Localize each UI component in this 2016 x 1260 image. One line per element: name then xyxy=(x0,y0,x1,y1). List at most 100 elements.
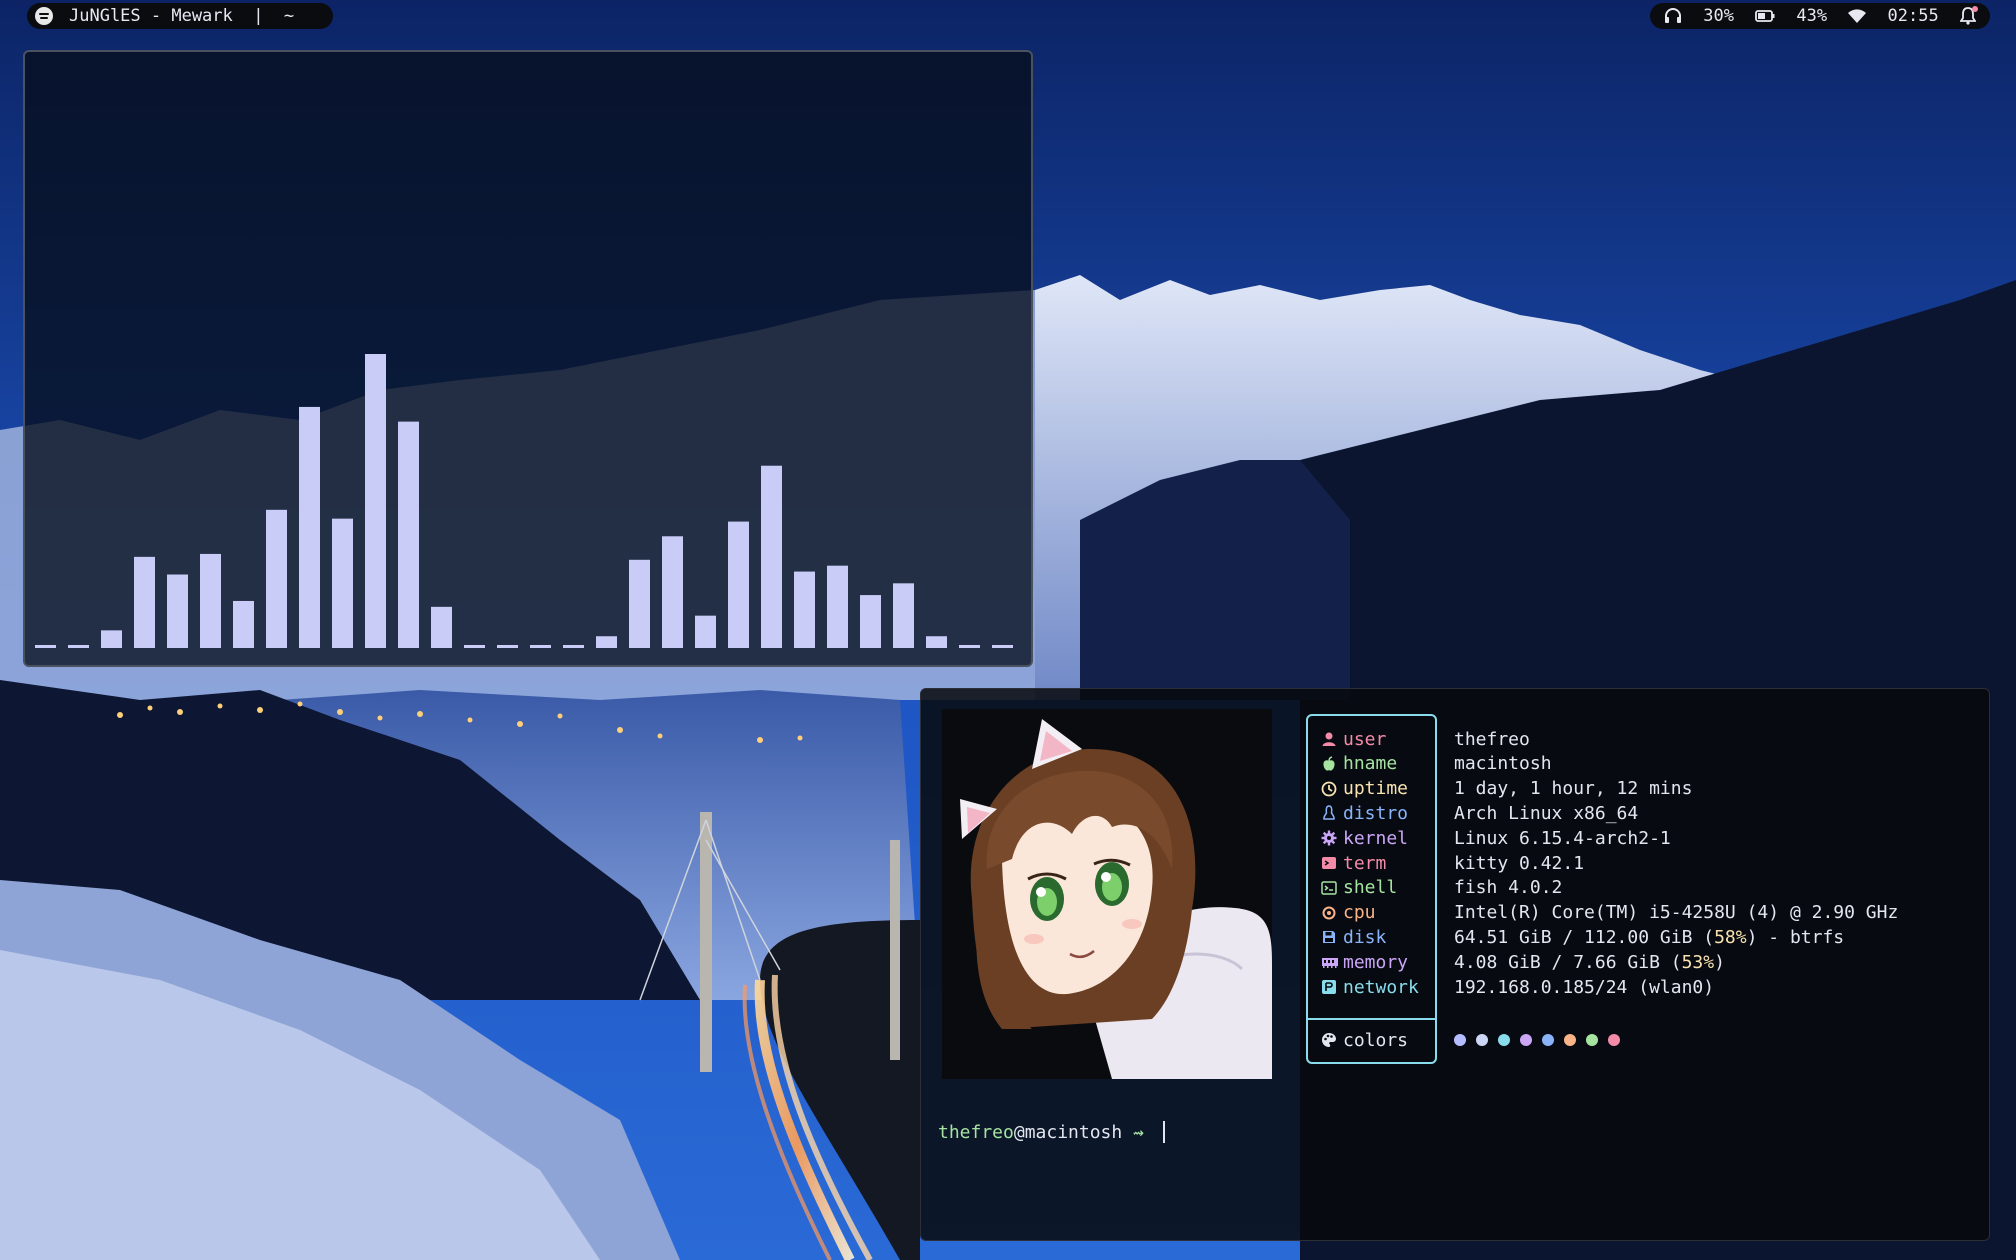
fetch-key-user: user xyxy=(1321,727,1386,751)
fetch-value-hl: 58% xyxy=(1714,926,1747,948)
visualizer-bars xyxy=(35,354,1013,648)
visualizer-bar xyxy=(431,606,452,648)
fetch-key-distro: distro xyxy=(1321,801,1408,825)
now-playing-text: JuNGlES - Mewark | ~ xyxy=(69,6,295,26)
visualizer-bar xyxy=(629,559,650,648)
visualizer-bar xyxy=(563,645,584,648)
notification-dot xyxy=(1971,6,1978,12)
visualizer-bar xyxy=(959,645,980,648)
fetch-key-label: cpu xyxy=(1343,902,1376,924)
fetch-key-label: colors xyxy=(1343,1029,1409,1051)
cpu-icon xyxy=(1321,905,1337,921)
prompt-at: @ xyxy=(1013,1121,1025,1143)
linux-icon xyxy=(1321,805,1337,821)
fetch-key-memory: memory xyxy=(1321,950,1408,974)
visualizer-bar xyxy=(464,645,485,648)
visualizer-bar xyxy=(398,421,419,648)
visualizer-bar xyxy=(497,645,518,648)
prompt-arrow: ⇝ xyxy=(1122,1121,1155,1143)
visualizer-bar xyxy=(695,615,716,648)
disk-icon xyxy=(1321,929,1337,945)
color-swatch xyxy=(1542,1034,1554,1046)
fetch-value-memory: 4.08 GiB / 7.66 GiB (53%) xyxy=(1454,950,1725,974)
fetch-key-label: distro xyxy=(1343,802,1409,824)
visualizer-bar xyxy=(266,509,287,648)
visualizer-bar xyxy=(860,595,881,648)
user-icon xyxy=(1321,731,1337,747)
wifi-icon[interactable] xyxy=(1848,9,1867,23)
notification-bell-icon[interactable] xyxy=(1959,6,1978,25)
spotify-icon xyxy=(35,7,53,25)
fetch-key-uptime: uptime xyxy=(1321,777,1408,801)
color-swatch xyxy=(1586,1034,1598,1046)
headphones-icon[interactable] xyxy=(1664,8,1682,24)
visualizer-bar xyxy=(233,600,254,648)
fetch-key-label: uptime xyxy=(1343,778,1409,800)
fetch-key-label: kernel xyxy=(1343,827,1409,849)
fetch-key-colors: colors xyxy=(1321,1028,1408,1052)
fetch-key-label: memory xyxy=(1343,951,1409,973)
color-swatch xyxy=(1498,1034,1510,1046)
fetch-key-label: disk xyxy=(1343,926,1387,948)
network-icon xyxy=(1321,979,1337,995)
gear-icon xyxy=(1321,830,1337,846)
visualizer-bar xyxy=(101,630,122,648)
topbar-status: 30% 43% 02:55 xyxy=(1650,3,1990,29)
visualizer-bar xyxy=(596,636,617,648)
fetch-key-label: network xyxy=(1343,976,1419,998)
visualizer-bar xyxy=(992,645,1013,648)
battery-level[interactable]: 43% xyxy=(1796,6,1827,26)
fetch-key-label: shell xyxy=(1343,877,1398,899)
memory-icon xyxy=(1321,954,1338,970)
color-swatch xyxy=(1564,1034,1576,1046)
fetch-key-disk: disk xyxy=(1321,925,1386,949)
visualizer-bar xyxy=(761,465,782,648)
visualizer-bar xyxy=(728,521,749,648)
fetch-value-disk: 64.51 GiB / 112.00 GiB (58%) - btrfs xyxy=(1454,925,1844,949)
visualizer-bar xyxy=(167,574,188,648)
fetch-key-cpu: cpu xyxy=(1321,901,1376,925)
fetch-value-network: 192.168.0.185/24 (wlan0) xyxy=(1454,976,1715,998)
visualizer-bar xyxy=(794,571,815,648)
visualizer-bar xyxy=(530,645,551,648)
fetch-key-label: user xyxy=(1343,728,1387,750)
fetch-value-post: ) xyxy=(1714,951,1725,973)
visualizer-bar xyxy=(200,553,221,648)
volume-level[interactable]: 30% xyxy=(1703,6,1734,26)
visualizer-bar xyxy=(134,556,155,648)
terminal-icon xyxy=(1321,855,1337,871)
fetch-value-term: kitty 0.42.1 xyxy=(1454,852,1585,874)
fetch-value-distro: Arch Linux x86_64 xyxy=(1454,802,1639,824)
clock[interactable]: 02:55 xyxy=(1888,6,1939,26)
visualizer-bar xyxy=(332,518,353,648)
color-palette xyxy=(1454,1034,1620,1046)
fetch-key-term: term xyxy=(1321,851,1386,875)
battery-icon[interactable] xyxy=(1755,10,1775,22)
visualizer-bar xyxy=(893,583,914,648)
fetch-value-shell: fish 4.0.2 xyxy=(1454,877,1563,899)
terminal-window[interactable]: user hname uptime distro kernel term shell cpu d… xyxy=(920,688,1990,1241)
topbar-now-playing[interactable]: JuNGlES - Mewark | ~ xyxy=(27,3,333,29)
fetch-value-cpu: Intel(R) Core(TM) i5-4258U (4) @ 2.90 GH… xyxy=(1454,902,1899,924)
visualizer-bar xyxy=(827,565,848,648)
visualizer-bar xyxy=(926,636,947,648)
fetch-value-hl: 53% xyxy=(1681,951,1715,973)
prompt-user: thefreo xyxy=(938,1121,1014,1143)
fetch-key-hname: hname xyxy=(1321,752,1397,776)
color-swatch xyxy=(1608,1034,1620,1046)
color-swatch xyxy=(1476,1034,1488,1046)
apple-icon xyxy=(1321,756,1337,772)
fetch-value-pre: 64.51 GiB / 112.00 GiB ( xyxy=(1454,926,1715,948)
fetch-value-uptime: 1 day, 1 hour, 12 mins xyxy=(1454,778,1693,800)
fetch-value-hname: macintosh xyxy=(1454,753,1552,775)
avatar-image xyxy=(942,709,1272,1079)
palette-icon xyxy=(1321,1032,1337,1048)
fetch-key-shell: shell xyxy=(1321,876,1397,900)
fetch-value-post: ) - btrfs xyxy=(1746,926,1845,948)
fetch-key-kernel: kernel xyxy=(1321,826,1408,850)
visualizer-bar xyxy=(662,536,683,648)
text-cursor xyxy=(1162,1121,1165,1143)
visualizer-bar xyxy=(299,406,320,648)
shell-prompt[interactable]: thefreo @ macintosh ⇝ xyxy=(938,1121,1165,1143)
audio-visualizer-window[interactable] xyxy=(23,50,1033,667)
